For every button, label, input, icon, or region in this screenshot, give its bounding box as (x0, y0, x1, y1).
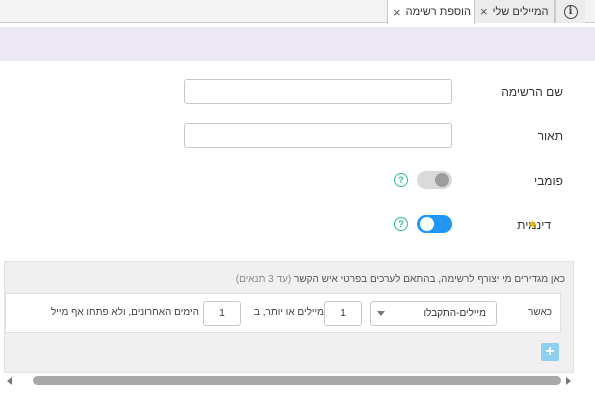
horizontal-scrollbar[interactable] (4, 373, 574, 389)
toggle-knob (420, 217, 434, 231)
help-icon[interactable]: ? (394, 173, 408, 187)
tab-label: הוספת רשימה (405, 6, 471, 18)
when-label: כאשר (528, 307, 552, 318)
header-band (0, 27, 595, 61)
scroll-right-icon[interactable] (566, 377, 571, 385)
description-label: תאור (537, 129, 563, 143)
public-toggle[interactable] (417, 171, 452, 189)
tab-label: המיילים שלי (492, 5, 549, 18)
tab-my-emails[interactable]: × המיילים שלי (475, 0, 555, 23)
close-icon[interactable]: × (480, 5, 488, 18)
count-input[interactable]: 1 (324, 301, 362, 326)
description-input[interactable] (184, 123, 452, 148)
list-name-input[interactable] (184, 79, 452, 104)
tab-home[interactable]: i (555, 0, 585, 23)
chevron-down-icon (377, 311, 385, 316)
count-suffix: מיילים או יותר, ב (254, 307, 324, 318)
info-icon: i (563, 4, 578, 19)
condition-field-select[interactable]: מיילים-התקבלו (370, 301, 497, 326)
conditions-hint: (עד 3 תנאים) (235, 274, 292, 285)
sparkle-icon: ✦ (527, 217, 538, 232)
dynamic-toggle[interactable] (417, 215, 452, 233)
days-input[interactable]: 1 (203, 301, 241, 326)
help-icon[interactable]: ? (394, 217, 408, 231)
conditions-title-text: כאן מגדירים מי יצורף לרשימה, בהתאם לערכי… (294, 274, 565, 285)
conditions-title: כאן מגדירים מי יצורף לרשימה, בהתאם לערכי… (236, 274, 565, 285)
scrollbar-thumb[interactable] (33, 376, 561, 385)
toggle-knob (435, 173, 449, 187)
close-icon[interactable]: × (393, 6, 401, 19)
public-label: פומבי (534, 174, 563, 188)
select-value: מיילים-התקבלו (423, 308, 487, 319)
condition-row: כאשר מיילים-התקבלו 1 מיילים או יותר, ב 1… (5, 293, 561, 333)
add-condition-button[interactable]: + (541, 343, 559, 361)
conditions-panel: כאן מגדירים מי יצורף לרשימה, בהתאם לערכי… (4, 261, 574, 373)
days-suffix: הימים האחרונים, ולא פתחו אף מייל (51, 307, 199, 318)
scroll-left-icon[interactable] (7, 377, 12, 385)
scroll-corner (574, 261, 595, 396)
tab-bar: × הוספת רשימה × המיילים שלי i (0, 0, 595, 24)
tab-add-list[interactable]: × הוספת רשימה (387, 0, 475, 24)
list-name-label: שם הרשימה (501, 85, 563, 99)
